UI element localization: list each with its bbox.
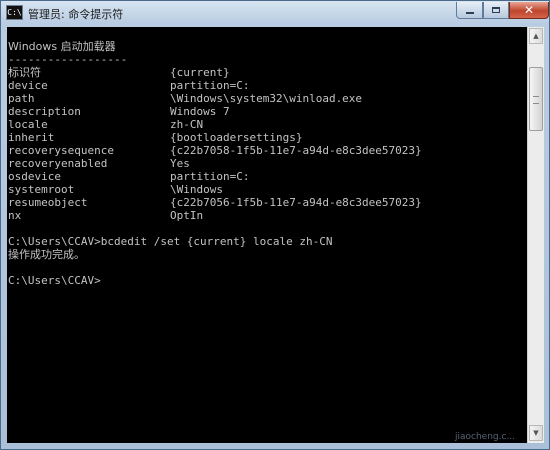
entry-value: {bootloadersettings}	[170, 131, 303, 144]
entry-key: recoveryenabled	[8, 157, 108, 170]
entry-key: recoverysequence	[8, 144, 114, 157]
vertical-scrollbar[interactable]: ▲ ▼	[527, 27, 544, 443]
minimize-icon	[465, 12, 474, 14]
entry-key: osdevice	[8, 170, 61, 183]
command-result: 操作成功完成。	[8, 248, 85, 261]
maximize-icon	[492, 7, 500, 13]
entry-value: OptIn	[170, 209, 204, 222]
scroll-down-arrow-icon[interactable]: ▼	[529, 425, 543, 441]
entry-key: inherit	[8, 131, 55, 144]
title-bar[interactable]: C:\ 管理员: 命令提示符 ✕	[1, 1, 549, 27]
entry-key: device	[8, 79, 48, 92]
entry-key: nx	[8, 209, 22, 222]
window-title: 管理员: 命令提示符	[28, 8, 124, 21]
minimize-button[interactable]	[456, 2, 483, 19]
entry-value: \Windows	[170, 183, 223, 196]
entry-value: partition=C:	[170, 170, 250, 183]
command-prompt[interactable]: C:\Users\CCAV>	[8, 274, 101, 287]
entry-key: description	[8, 105, 81, 118]
maximize-button[interactable]	[483, 2, 509, 19]
entry-key: path	[8, 92, 35, 105]
entry-value: {c22b7056-1f5b-11e7-a94d-e8c3dee57023}	[170, 196, 422, 209]
entry-value: Yes	[170, 157, 190, 170]
scroll-up-arrow-icon[interactable]: ▲	[529, 28, 543, 44]
cmd-app-icon: C:\	[6, 5, 23, 20]
entry-value: partition=C:	[170, 79, 250, 92]
console-output-area[interactable]: Windows 启动加载器 ------------------ 标识符 {cu…	[7, 27, 527, 443]
entry-value: {c22b7058-1f5b-11e7-a94d-e8c3dee57023}	[170, 144, 422, 157]
heading-underline: ------------------	[8, 53, 128, 66]
entry-value: zh-CN	[170, 118, 204, 131]
entry-key: systemroot	[8, 183, 75, 196]
entry-value: Windows 7	[170, 105, 230, 118]
section-heading: Windows 启动加载器	[8, 40, 116, 53]
scrollbar-thumb[interactable]	[529, 67, 543, 131]
watermark: jiaocheng.c...	[455, 432, 516, 442]
entry-value: {current}	[170, 66, 230, 79]
close-icon: ✕	[523, 3, 535, 17]
entry-key: locale	[8, 118, 48, 131]
command-prompt-window: C:\ 管理员: 命令提示符 ✕ Windows 启动加载器 ---------…	[0, 0, 550, 450]
entry-key: 标识符	[8, 66, 41, 79]
close-button[interactable]: ✕	[509, 2, 549, 19]
grip-icon	[533, 96, 539, 104]
command-line: C:\Users\CCAV>bcdedit /set {current} loc…	[8, 235, 333, 248]
entry-key: resumeobject	[8, 196, 88, 209]
entry-value: \Windows\system32\winload.exe	[170, 92, 363, 105]
